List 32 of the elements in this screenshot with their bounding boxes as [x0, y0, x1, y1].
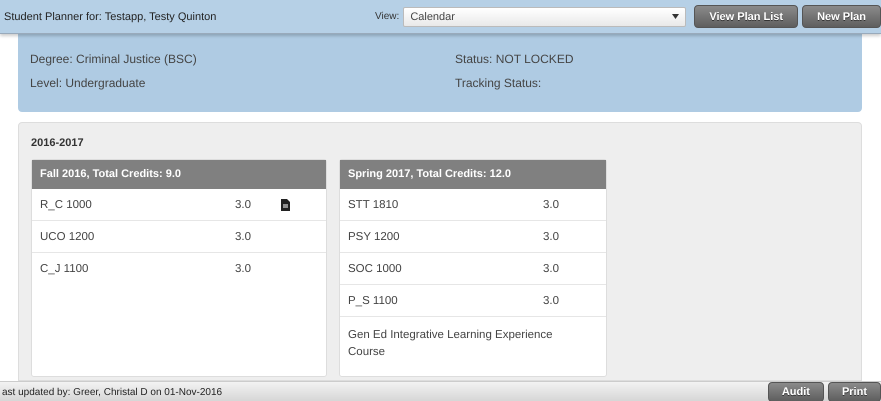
info-text: Level: Undergraduate	[30, 76, 146, 90]
course-credits: 3.0	[235, 230, 252, 242]
course-code: UCO 1200	[40, 230, 96, 242]
term-header: Spring 2017, Total Credits: 12.0	[340, 160, 606, 189]
course-code: STT 1810	[348, 198, 400, 210]
footer-button[interactable]: Print	[828, 382, 881, 401]
info-text: Degree: Criminal Justice (BSC)	[30, 52, 198, 66]
view-dropdown[interactable]: Calendar	[403, 6, 686, 26]
course-credits: 3.0	[235, 198, 252, 210]
course-credits: 3.0	[543, 198, 560, 210]
header-button[interactable]: New Plan	[802, 5, 881, 28]
course-credits: 3.0	[543, 294, 560, 306]
course-credits: 3.0	[543, 230, 560, 242]
footer-button[interactable]: Audit	[768, 382, 824, 401]
view-label: View:	[375, 11, 400, 22]
info-text: Tracking Status:	[455, 76, 542, 90]
last-updated-text: ast updated by: Greer, Christal D on 01-Nov-2016	[2, 386, 224, 398]
course-code: P_S 1100	[348, 294, 399, 306]
course-code: R_C 1000	[40, 198, 93, 210]
course-code: C_J 1100	[40, 262, 90, 274]
course-credits: 3.0	[543, 262, 560, 274]
course-code: SOC 1000	[348, 262, 403, 274]
course-credits: 3.0	[235, 262, 252, 274]
document-icon[interactable]	[281, 198, 290, 210]
caret-icon	[672, 14, 680, 19]
planner-title: Student Planner for: Testapp, Testy Quinton	[4, 10, 218, 22]
year-title: 2016-2017	[31, 137, 84, 149]
course-code: PSY 1200	[348, 230, 401, 242]
info-text: Status: NOT LOCKED	[455, 52, 574, 66]
header-button[interactable]: View Plan List	[694, 5, 798, 28]
term-header: Fall 2016, Total Credits: 9.0	[32, 160, 326, 189]
course-note: Gen Ed Integrative Learning Experience Course	[347, 328, 554, 360]
